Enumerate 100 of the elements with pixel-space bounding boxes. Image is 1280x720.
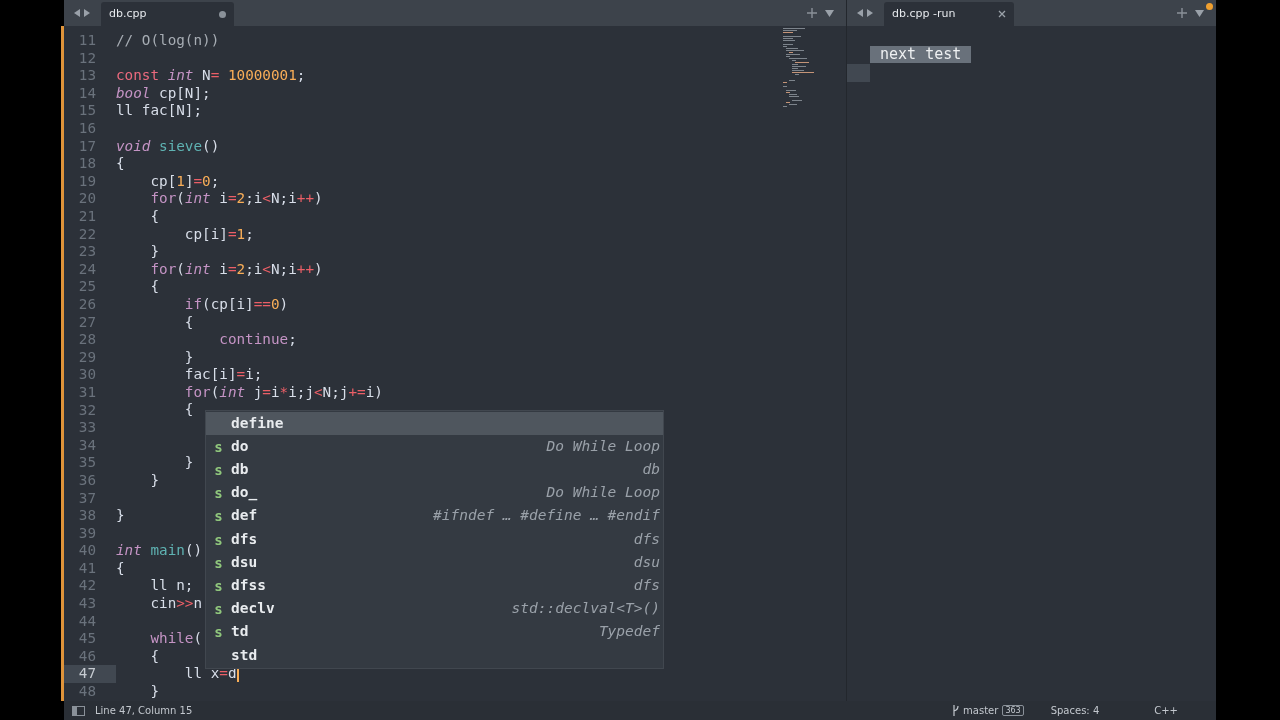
navigation-arrows-icon[interactable] [856, 8, 874, 18]
completion-item[interactable]: s dsu dsu [206, 551, 663, 575]
line-number: 17 [78, 136, 96, 156]
line-number: 28 [78, 330, 96, 350]
completion-description: Do While Loop [546, 436, 660, 456]
line-number: 39 [78, 523, 96, 543]
completion-description: dfs [633, 529, 660, 549]
completion-name: dfss [231, 576, 266, 596]
completion-item[interactable]: define [206, 412, 663, 436]
snippet-icon: s [214, 602, 223, 617]
line-number: 41 [78, 558, 96, 578]
code-line: while( [149, 630, 203, 648]
completion-item[interactable]: s def #ifndef … #define … #endif [206, 504, 663, 528]
line-number: 15 [78, 101, 96, 121]
line-number: 31 [78, 382, 96, 402]
current-line-highlight [847, 64, 870, 82]
line-number: 21 [78, 207, 96, 226]
line-number: 37 [78, 488, 96, 508]
completion-name: declv [231, 599, 275, 619]
code-line: { [149, 647, 160, 666]
completion-description: Typedef [598, 622, 660, 642]
line-number: 42 [78, 576, 96, 596]
completion-description: Do While Loop [546, 483, 660, 503]
code-line: bool cp[N]; [116, 84, 211, 103]
completion-description: db [642, 460, 660, 480]
line-number: 33 [78, 418, 96, 438]
navigation-arrows-icon[interactable] [73, 8, 91, 18]
completion-description: dfs [633, 576, 660, 596]
branch-name[interactable]: master [963, 703, 999, 718]
snippet-icon: s [214, 462, 223, 477]
completion-name: td [231, 622, 249, 642]
completion-description: dsu [633, 552, 660, 572]
snippet-icon: s [214, 509, 223, 524]
code-line: { [116, 559, 125, 578]
code-line: cp[1]=0; [149, 172, 220, 191]
completion-item[interactable]: s declv std::declval<T>() [206, 597, 663, 621]
code-line: cp[i]=1; [183, 225, 254, 244]
code-line: void sieve() [116, 137, 220, 156]
code-line: } [183, 454, 194, 472]
line-number: 23 [78, 242, 96, 262]
line-number: 25 [78, 277, 96, 297]
change-count: 363 [1002, 705, 1024, 716]
add-icon[interactable] [807, 8, 817, 18]
code-line: } [116, 507, 125, 525]
code-line: fac[i]=i; [183, 366, 263, 384]
code-line: for(int i=2;i<N;i++) [149, 190, 323, 208]
sidebar-toggle-icon[interactable] [72, 705, 85, 716]
code-line: cin>>n [149, 595, 203, 613]
snippet-icon: s [214, 578, 223, 593]
completion-item[interactable]: s td Typedef [206, 620, 663, 644]
line-number: 11 [78, 31, 96, 51]
code-line: for(int j=i*i;j<N;j+=i) [183, 383, 383, 402]
completion-name: do_ [231, 483, 258, 503]
completion-item[interactable]: s do Do While Loop [206, 435, 663, 459]
line-number: 27 [78, 312, 96, 332]
completion-name: db [231, 460, 249, 480]
completion-name: do [231, 436, 249, 456]
line-number: 47 [78, 664, 96, 684]
indentation-setting[interactable]: Spaces: 4 [1050, 703, 1100, 718]
line-number: 22 [78, 224, 96, 244]
line-number: 35 [78, 453, 96, 473]
line-number: 12 [78, 48, 96, 68]
line-number: 20 [78, 189, 96, 209]
snippet-icon: s [214, 532, 223, 547]
file-tab[interactable]: db.cpp -run [884, 2, 1014, 26]
completion-item[interactable]: s dfss dfs [206, 574, 663, 598]
code-line: // O(log(n)) [116, 32, 220, 50]
code-line: ll n; [149, 577, 194, 595]
completion-description: #ifndef … #define … #endif [433, 506, 660, 526]
line-number: 44 [78, 611, 96, 631]
completion-name: define [231, 413, 284, 433]
dropdown-icon[interactable] [825, 9, 834, 17]
snippet-icon: s [214, 555, 223, 570]
line-number: 45 [78, 629, 96, 649]
line-number: 16 [78, 119, 96, 139]
completion-item[interactable]: s db db [206, 458, 663, 482]
code-line: if(cp[i]==0) [183, 295, 289, 314]
line-number: 48 [78, 682, 96, 702]
code-line: { [116, 155, 125, 173]
line-number: 29 [78, 347, 96, 367]
code-line: { [149, 207, 160, 226]
line-number: 34 [78, 435, 96, 455]
completion-item[interactable]: s do_ Do While Loop [206, 481, 663, 505]
completion-item[interactable]: std [206, 643, 663, 668]
completion-description: std::declval<T>() [511, 599, 660, 619]
dropdown-icon[interactable] [1195, 9, 1204, 17]
close-icon[interactable] [998, 10, 1006, 18]
code-line: } [149, 682, 160, 701]
add-icon[interactable] [1177, 8, 1187, 18]
cursor-position: Line 47, Column 15 [95, 704, 193, 718]
completion-name: dsu [231, 552, 258, 572]
syntax-setting[interactable]: C++ [1154, 703, 1178, 718]
code-line: for(int i=2;i<N;i++) [149, 260, 323, 279]
branch-icon [952, 705, 960, 716]
line-number: 19 [78, 171, 96, 191]
file-tab[interactable]: db.cpp [101, 2, 234, 26]
line-number: 43 [78, 594, 96, 614]
line-number: 32 [78, 400, 96, 420]
code-line: continue; [218, 331, 297, 349]
completion-item[interactable]: s dfs dfs [206, 527, 663, 552]
